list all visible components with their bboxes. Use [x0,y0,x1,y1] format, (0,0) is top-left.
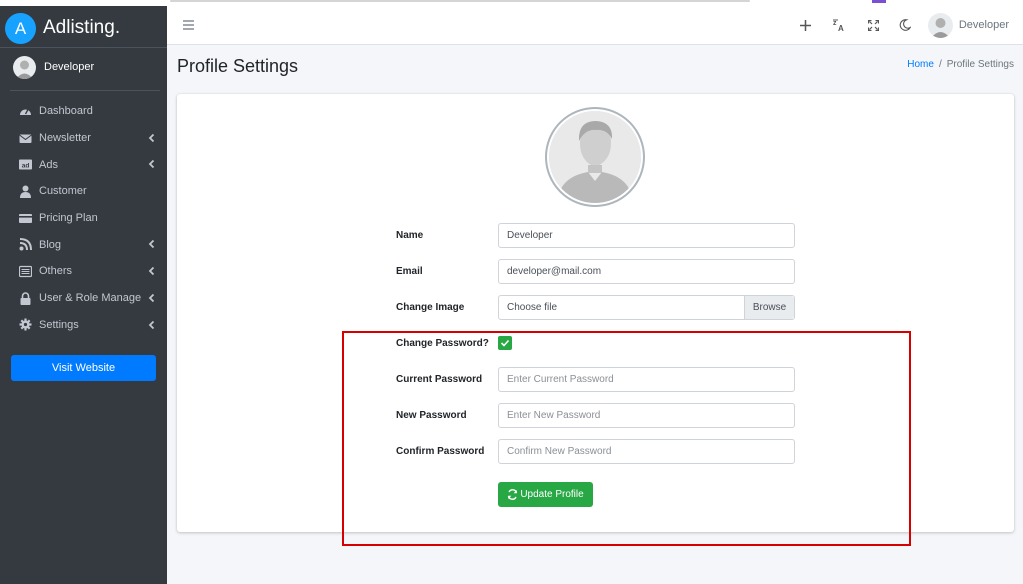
name-label: Name [396,230,424,241]
default-avatar-icon [549,111,641,203]
top-navbar: zA Developer [167,6,1023,45]
chevron-left-icon [148,320,155,329]
breadcrumb-home-link[interactable]: Home [907,59,934,70]
sidebar-user-panel[interactable]: Developer [10,55,160,91]
sidebar: A Adlisting. Developer Dashboard Newslet… [0,0,167,584]
scroll-indicator [170,0,750,2]
sidebar-user-name: Developer [44,61,95,73]
blog-icon [19,238,32,251]
file-input-text: Choose file [507,302,558,313]
credit-card-icon [19,212,32,225]
navbar-user-menu[interactable]: Developer [927,12,1009,38]
breadcrumb-current: Profile Settings [946,59,1014,70]
page-title: Profile Settings [177,56,299,76]
sidebar-item-label: User & Role Manage [39,292,142,305]
user-avatar-icon [16,60,33,79]
sidebar-item-label: Blog [39,238,62,251]
sidebar-nav: Dashboard Newsletter ad Ads Customer Pri… [0,98,167,338]
chevron-left-icon [148,160,155,169]
name-field[interactable]: Developer [498,223,795,248]
email-label: Email [396,266,423,277]
brand-logo: A [5,13,36,44]
visit-website-button[interactable]: Visit Website [11,355,156,381]
gear-icon [19,318,32,331]
chevron-left-icon [148,293,155,302]
browse-button[interactable]: Browse [744,296,794,319]
chevron-left-icon [148,240,155,249]
change-image-label: Change Image [396,302,465,313]
sidebar-item-label: Dashboard [39,105,93,118]
hamburger-menu-icon[interactable] [180,17,196,33]
ad-icon: ad [19,158,32,171]
sidebar-item-ads[interactable]: ad Ads [0,151,167,178]
email-field[interactable]: developer@mail.com [498,259,795,284]
translate-icon[interactable]: zA [831,17,847,33]
profile-picture [545,107,645,207]
chevron-left-icon [148,266,155,276]
sidebar-item-settings[interactable]: Settings [0,312,167,339]
svg-text:ad: ad [22,163,30,170]
avatar [927,12,953,38]
avatar [13,56,36,79]
plus-icon[interactable] [797,17,813,33]
extension-indicator [872,0,886,3]
user-icon [19,185,32,198]
sidebar-item-dashboard[interactable]: Dashboard [0,98,167,125]
user-avatar-icon [930,17,950,38]
image-file-input[interactable]: Choose file Browse [498,295,795,320]
browser-top-strip [0,0,1023,6]
fullscreen-icon[interactable] [865,17,881,33]
breadcrumb-separator: / [938,59,942,70]
brand[interactable]: A Adlisting. [0,8,167,48]
lock-icon [19,291,32,305]
chevron-left-icon [148,133,155,142]
sidebar-item-customer[interactable]: Customer [0,178,167,205]
sidebar-item-label: Others [39,265,73,278]
breadcrumb: Home / Profile Settings [907,59,1014,70]
brand-name: Adlisting. [43,17,121,38]
sidebar-item-label: Ads [39,158,58,171]
list-icon [19,265,32,278]
envelope-icon [19,132,32,145]
gauge-icon [19,105,32,118]
sidebar-item-others[interactable]: Others [0,258,167,285]
sidebar-item-user-role-manage[interactable]: User & Role Manage [0,285,167,312]
sidebar-item-label: Customer [39,185,87,198]
sidebar-item-blog[interactable]: Blog [0,231,167,258]
svg-text:z: z [833,20,837,27]
svg-text:A: A [838,24,844,32]
navbar-user-name: Developer [958,19,1009,31]
sidebar-item-label: Settings [39,318,79,331]
dark-mode-moon-icon[interactable] [897,17,913,33]
annotation-highlight-box [342,331,911,546]
sidebar-item-label: Newsletter [39,132,91,145]
sidebar-item-newsletter[interactable]: Newsletter [0,125,167,152]
sidebar-item-label: Pricing Plan [39,212,98,225]
sidebar-item-pricing-plan[interactable]: Pricing Plan [0,205,167,232]
